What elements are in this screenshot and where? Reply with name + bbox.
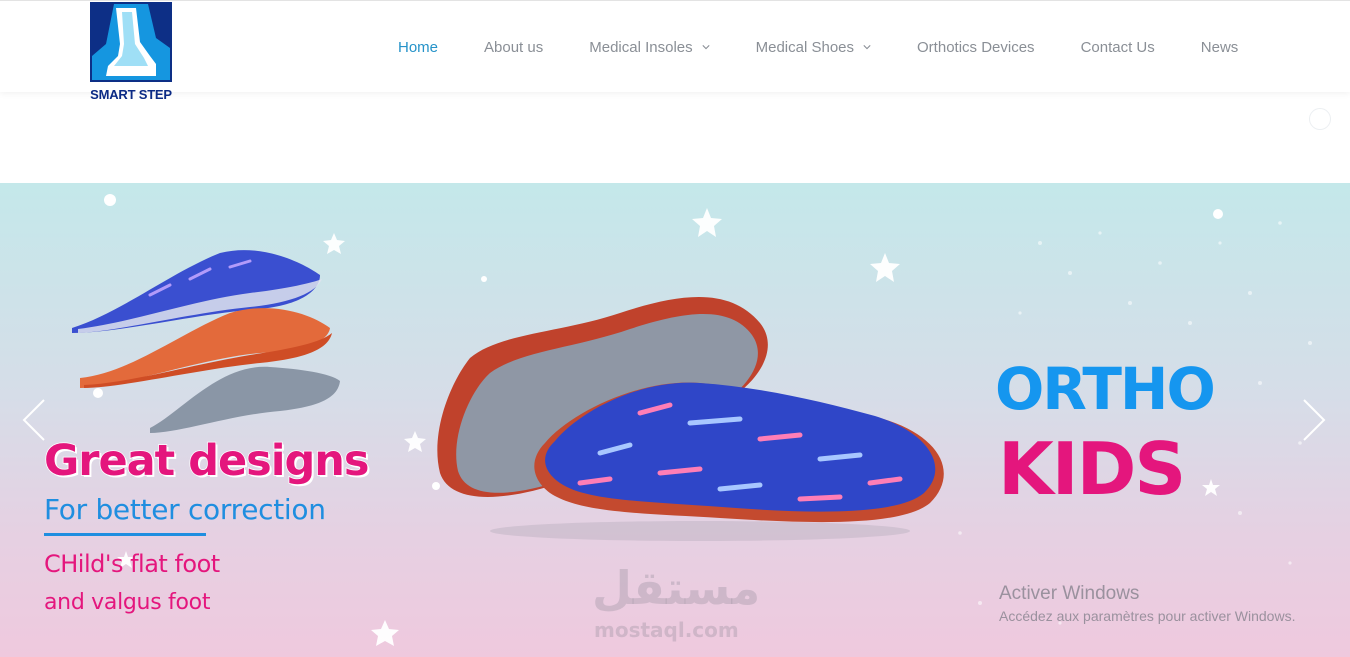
- site-header: SMART STEP Home About us Medical Insoles…: [0, 0, 1350, 102]
- nav-home-label: Home: [398, 38, 439, 56]
- hero-slider: Great designs For better correction CHil…: [0, 183, 1350, 657]
- nav-about-us[interactable]: About us: [484, 39, 543, 56]
- chevron-down-icon: [702, 45, 710, 50]
- logo-link[interactable]: SMART STEP: [88, 2, 174, 106]
- nav-news-label: News: [1200, 38, 1239, 56]
- nav-shoes-label: Medical Shoes: [755, 38, 855, 56]
- watermark-arabic: مستقل: [592, 561, 761, 615]
- windows-activation-title: Activer Windows: [999, 583, 1140, 604]
- nav-about-label: About us: [484, 38, 544, 56]
- slide-kids-title: KIDS: [998, 427, 1186, 511]
- watermark-url: mostaql.com: [594, 618, 739, 642]
- slide-child-line1: CHild's flat foot: [44, 550, 220, 578]
- main-nav: Home About us Medical Insoles Medical Sh…: [375, 31, 1238, 63]
- subline-underline: [44, 533, 206, 536]
- nav-contact-label: Contact Us: [1080, 38, 1155, 56]
- nav-medical-insoles[interactable]: Medical Insoles: [589, 38, 710, 56]
- nav-home[interactable]: Home: [398, 39, 438, 56]
- slide-headline: Great designs: [43, 435, 370, 487]
- windows-activation-subtitle: Accédez aux paramètres pour activer Wind…: [999, 608, 1296, 624]
- slide-ortho-title: ORTHO: [995, 355, 1216, 423]
- logo-icon: [90, 2, 172, 82]
- nav-orthotics-label: Orthotics Devices: [917, 38, 1035, 56]
- nav-contact-us[interactable]: Contact Us: [1081, 39, 1155, 56]
- nav-medical-shoes[interactable]: Medical Shoes: [756, 39, 871, 56]
- nav-news[interactable]: News: [1201, 39, 1239, 56]
- chevron-right-icon[interactable]: [1298, 396, 1328, 444]
- nav-orthotics-devices[interactable]: Orthotics Devices: [917, 39, 1035, 56]
- nav-insoles-label: Medical Insoles: [589, 38, 693, 56]
- chevron-down-icon: [863, 45, 871, 50]
- toggle-circle-button[interactable]: [1309, 108, 1331, 130]
- logo-text: SMART STEP: [90, 87, 172, 102]
- slide-child-line2: and valgus foot: [44, 590, 211, 615]
- slide-subline: For better correction: [44, 493, 326, 526]
